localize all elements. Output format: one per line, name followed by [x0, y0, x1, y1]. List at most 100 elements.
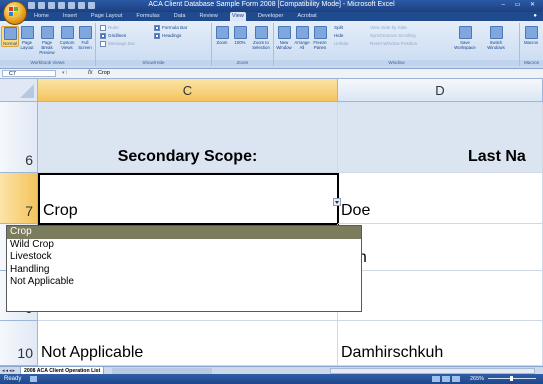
page-break-icon[interactable] — [452, 376, 460, 382]
tab-data[interactable]: Data — [172, 12, 188, 21]
unhide-button[interactable]: Unhide — [334, 41, 349, 47]
zoom-100-icon — [233, 26, 247, 39]
group-zoom: Zoom 100% Zoom to Selection Zoom — [212, 23, 274, 66]
page-layout-icon — [20, 26, 34, 39]
zoom-level[interactable]: 265% — [470, 375, 484, 383]
tab-page-layout[interactable]: Page Layout — [89, 12, 124, 21]
freeze-panes-button[interactable]: Freeze Panes — [312, 26, 328, 50]
group-label: Show/Hide — [96, 60, 211, 66]
gridlines-checkbox[interactable]: Gridlines — [100, 33, 126, 39]
macros-icon — [524, 26, 538, 39]
cell-c6[interactable]: Secondary Scope: — [38, 102, 338, 173]
group-label: Macros — [520, 60, 543, 66]
window-controls[interactable]: – ▭ ✕ — [502, 1, 539, 8]
page-break-preview-button[interactable]: Page Break Preview — [37, 26, 57, 55]
zoom-button[interactable]: Zoom — [214, 26, 230, 45]
dropdown-option-wild-crop[interactable]: Wild Crop — [7, 239, 361, 252]
save-workspace-icon — [458, 26, 472, 39]
formula-bar-checkbox[interactable]: Formula Bar — [154, 25, 187, 31]
cell-d10[interactable]: Damhirschkuh — [338, 321, 543, 366]
group-workbook-views: Normal Page Layout Page Break Preview Cu… — [0, 23, 96, 66]
arrange-all-icon — [295, 26, 309, 39]
formula-bar-separator: ▾ ⁞ — [62, 70, 68, 76]
arrange-all-button[interactable]: Arrange All — [294, 26, 310, 50]
tab-review[interactable]: Review — [197, 12, 219, 21]
select-all-button[interactable] — [0, 79, 38, 102]
zoom-selection-icon — [254, 26, 268, 39]
synchronous-scrolling-button[interactable]: Synchronous Scrolling — [370, 33, 416, 39]
custom-views-icon — [60, 26, 74, 39]
cell-d7[interactable]: Doe — [338, 173, 543, 224]
row-header-7[interactable]: 7 — [0, 173, 38, 224]
macros-button[interactable]: Macros — [523, 26, 539, 45]
message-bar-checkbox[interactable]: Message Bar — [100, 41, 135, 47]
group-show-hide: Ruler Gridlines Message Bar Formula Bar … — [96, 23, 212, 66]
page-layout-icon[interactable] — [442, 376, 450, 382]
column-header-c[interactable]: C — [38, 79, 338, 102]
tab-acrobat[interactable]: Acrobat — [295, 12, 318, 21]
tab-insert[interactable]: Insert — [61, 12, 79, 21]
page-layout-view-button[interactable]: Page Layout — [19, 26, 35, 50]
split-button[interactable]: Split — [334, 25, 343, 31]
new-window-button[interactable]: New Window — [276, 26, 292, 50]
tab-view[interactable]: View — [229, 12, 246, 21]
formula-bar: C7 ▾ ⁞ fx Crop — [0, 69, 543, 79]
tab-developer[interactable]: Developer — [256, 12, 286, 21]
validation-dropdown-list[interactable]: Crop Wild Crop Livestock Handling Not Ap… — [6, 225, 362, 312]
full-screen-button[interactable]: Full Screen — [77, 26, 93, 50]
dropdown-arrow-button[interactable] — [333, 198, 341, 206]
custom-views-button[interactable]: Custom Views — [59, 26, 75, 50]
zoom-slider-handle[interactable] — [510, 376, 513, 381]
group-label: Zoom — [212, 60, 273, 66]
group-label: Window — [274, 60, 519, 66]
title-bar: ACA Client Database Sample Form 2008 [Co… — [0, 0, 543, 12]
ruler-checkbox[interactable]: Ruler — [100, 25, 119, 31]
cell-d8[interactable]: nith — [338, 224, 543, 271]
help-icon[interactable]: ● — [533, 13, 537, 19]
cell-c7[interactable]: Crop — [38, 173, 339, 225]
status-bar: Ready 265% — [0, 374, 543, 384]
dropdown-option-crop[interactable]: Crop — [7, 226, 361, 239]
zoom-100-button[interactable]: 100% — [232, 26, 248, 45]
dropdown-option-handling[interactable]: Handling — [7, 264, 361, 277]
freeze-panes-icon — [313, 26, 327, 39]
macro-record-icon[interactable] — [30, 376, 37, 382]
group-label: Workbook Views — [0, 60, 95, 66]
ribbon-tabs: Home Insert Page Layout Formulas Data Re… — [0, 12, 543, 21]
cell-c10[interactable]: Not Applicable — [38, 321, 338, 366]
tab-formulas[interactable]: Formulas — [134, 12, 161, 21]
row-header-6[interactable]: 6 — [0, 102, 38, 173]
full-screen-icon — [78, 26, 92, 39]
zoom-to-selection-button[interactable]: Zoom to Selection — [250, 26, 272, 50]
headings-checkbox[interactable]: Headings — [154, 33, 181, 39]
dropdown-option-not-applicable[interactable]: Not Applicable — [7, 276, 361, 289]
status-ready: Ready — [4, 376, 22, 382]
normal-view-icon — [3, 27, 17, 40]
view-shortcuts — [432, 376, 460, 382]
save-workspace-button[interactable]: Save Workspace — [454, 26, 476, 50]
office-button[interactable] — [3, 1, 27, 25]
hide-button[interactable]: Hide — [334, 33, 343, 39]
formula-input[interactable]: Crop — [98, 69, 110, 78]
tab-home[interactable]: Home — [32, 12, 51, 21]
switch-windows-icon — [489, 26, 503, 39]
normal-view-button[interactable]: Normal — [1, 26, 19, 47]
office-logo-icon — [9, 7, 13, 11]
view-side-by-side-button[interactable]: View Side by Side — [370, 25, 407, 31]
name-box[interactable]: C7 — [2, 70, 56, 77]
normal-view-icon[interactable] — [432, 376, 440, 382]
window-title: ACA Client Database Sample Form 2008 [Co… — [148, 1, 395, 8]
column-header-d[interactable]: D — [338, 79, 543, 102]
magnifier-icon — [215, 26, 229, 39]
new-window-icon — [277, 26, 291, 39]
dropdown-option-livestock[interactable]: Livestock — [7, 251, 361, 264]
cell-d6[interactable]: Last Na — [338, 102, 543, 173]
insert-function-button[interactable]: fx — [88, 69, 93, 78]
group-window: New Window Arrange All Freeze Panes Spli… — [274, 23, 520, 66]
page-break-icon — [40, 26, 54, 39]
switch-windows-button[interactable]: Switch Windows — [484, 26, 508, 50]
group-macros: Macros Macros — [520, 23, 543, 66]
reset-window-position-button[interactable]: Reset Window Position — [370, 41, 417, 47]
cell-d9[interactable]: ller — [338, 271, 543, 321]
row-header-10[interactable]: 10 — [0, 321, 38, 366]
